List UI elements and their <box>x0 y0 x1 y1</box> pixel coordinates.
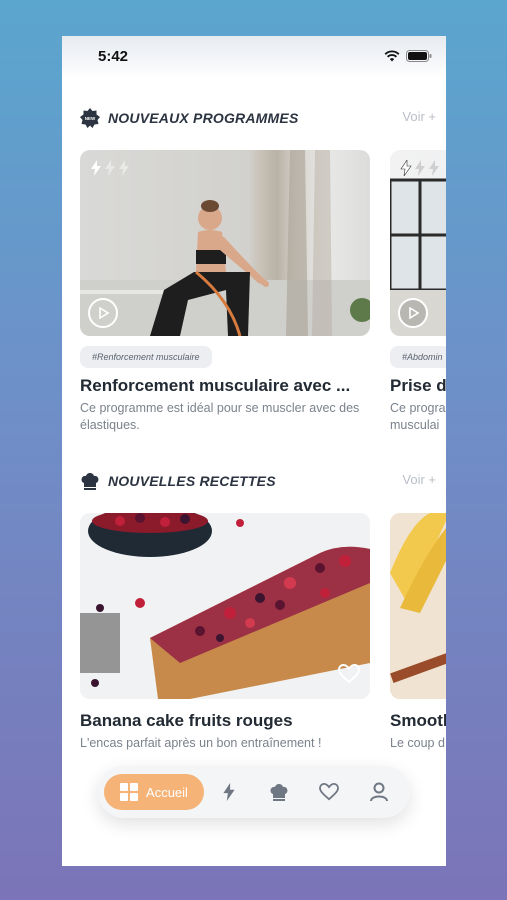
programs-see-more-link[interactable]: Voir + <box>402 109 436 124</box>
bolt-icon <box>429 160 439 176</box>
nav-home-button[interactable]: Accueil <box>104 774 204 810</box>
play-button[interactable] <box>398 298 428 328</box>
recipe-description: L'encas parfait après un bon entraînemen… <box>80 736 322 750</box>
recipe-image[interactable] <box>390 513 446 699</box>
favorite-button[interactable] <box>337 663 361 689</box>
heart-icon <box>337 663 361 684</box>
intensity-indicator <box>90 160 130 176</box>
recipe-card[interactable]: Smooth Le coup d <box>390 513 446 752</box>
chef-hat-icon <box>80 471 100 491</box>
program-description: Ce programme est idéal pour se muscler a… <box>80 401 360 432</box>
smoothie-illustration <box>390 513 446 699</box>
bolt-icon <box>119 160 129 176</box>
recipes-carousel[interactable]: Banana cake fruits rouges L'encas parfai… <box>80 513 446 763</box>
recipe-title[interactable]: Smooth <box>390 711 446 731</box>
play-icon <box>409 307 419 319</box>
bottom-navigation: Accueil <box>98 766 410 818</box>
programs-carousel[interactable]: #Renforcement musculaire Renforcement mu… <box>80 150 446 450</box>
app-screen: 5:42 NEW NOUVEAUX PROGRAMMES Voir + #Ren… <box>62 36 446 866</box>
svg-text:NEW: NEW <box>85 116 96 121</box>
heart-icon <box>319 783 339 801</box>
recipe-image[interactable] <box>80 513 370 699</box>
program-tag[interactable]: #Abdomin <box>390 346 446 368</box>
nav-home-label: Accueil <box>146 784 188 800</box>
chef-hat-icon <box>270 784 288 801</box>
nav-programs-button[interactable] <box>204 774 254 810</box>
bolt-icon <box>223 783 235 801</box>
play-button[interactable] <box>88 298 118 328</box>
status-bar: 5:42 <box>62 36 446 78</box>
program-description: Ce progra musculai <box>390 401 446 432</box>
recipes-section-header: NOUVELLES RECETTES Voir + <box>80 469 436 493</box>
programs-section-title: NOUVEAUX PROGRAMMES <box>108 110 299 126</box>
programs-section-header: NEW NOUVEAUX PROGRAMMES Voir + <box>80 106 436 130</box>
recipes-see-more-link[interactable]: Voir + <box>402 472 436 487</box>
play-icon <box>99 307 109 319</box>
program-card[interactable]: #Renforcement musculaire Renforcement mu… <box>80 150 370 434</box>
wifi-icon <box>384 50 400 62</box>
bolt-icon <box>91 160 101 176</box>
bolt-icon <box>415 160 425 176</box>
battery-icon <box>406 50 432 62</box>
nav-recipes-button[interactable] <box>254 774 304 810</box>
nav-favorites-button[interactable] <box>304 774 354 810</box>
status-time: 5:42 <box>98 48 129 65</box>
home-icon <box>120 783 139 801</box>
intensity-indicator <box>400 160 440 176</box>
program-tag[interactable]: #Renforcement musculaire <box>80 346 212 368</box>
recipe-description: Le coup d <box>390 736 445 750</box>
program-image[interactable] <box>80 150 370 336</box>
program-card[interactable]: #Abdomin Prise d Ce progra musculai <box>390 150 446 434</box>
bolt-icon <box>105 160 115 176</box>
recipe-title[interactable]: Banana cake fruits rouges <box>80 711 370 731</box>
program-image[interactable] <box>390 150 446 336</box>
woman-exercising-illustration <box>80 150 370 336</box>
status-icons <box>384 50 432 62</box>
recipes-section-title: NOUVELLES RECETTES <box>108 473 276 489</box>
nav-profile-button[interactable] <box>354 774 404 810</box>
user-icon <box>370 782 388 802</box>
recipe-card[interactable]: Banana cake fruits rouges L'encas parfai… <box>80 513 370 752</box>
program-title[interactable]: Prise d <box>390 376 446 396</box>
bolt-icon <box>400 160 412 176</box>
program-title[interactable]: Renforcement musculaire avec ... <box>80 376 370 396</box>
new-badge-icon: NEW <box>80 108 100 128</box>
banana-cake-illustration <box>80 513 370 699</box>
